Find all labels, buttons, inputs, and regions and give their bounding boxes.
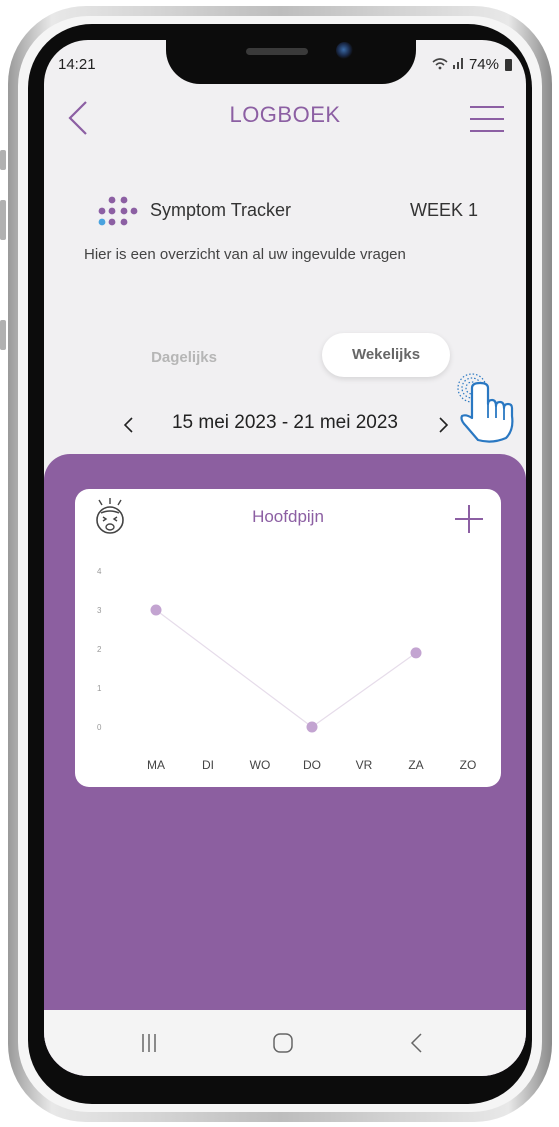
status-time: 14:21: [58, 56, 96, 73]
week-label: WEEK 1: [409, 200, 478, 220]
y-tick-label: 2: [97, 645, 102, 654]
home-button[interactable]: [268, 1028, 298, 1058]
system-nav-bar: [44, 1010, 526, 1076]
home-icon: [273, 1033, 293, 1053]
recent-apps-icon: [142, 1034, 156, 1052]
wifi-signal-icon: [431, 56, 465, 73]
camera-notch: [166, 40, 416, 84]
chevron-left-icon: [123, 417, 133, 433]
menu-button[interactable]: [468, 104, 506, 134]
system-back-button[interactable]: [402, 1028, 432, 1058]
tab-daily[interactable]: Dagelijks: [124, 340, 244, 376]
recent-apps-button[interactable]: [134, 1028, 164, 1058]
y-tick-label: 3: [97, 606, 102, 615]
battery-percentage: 74%: [468, 56, 499, 73]
tracker-name: Symptom Tracker: [150, 200, 292, 220]
x-tick-label: VR: [356, 758, 373, 772]
x-tick-label: ZO: [460, 758, 477, 772]
headache-chart-card: 0 1 2 3 4 MA DI WO DO VR ZA ZO Hoofdpijn: [75, 489, 501, 787]
y-tick-label: 0: [97, 723, 102, 732]
speaker-grille: [246, 48, 308, 55]
date-range: 15 mei 2023 - 21 mei 2023: [171, 412, 399, 433]
x-tick-label: MA: [147, 758, 165, 772]
y-tick-label: 1: [97, 684, 102, 693]
x-tick-label: WO: [250, 758, 271, 772]
plus-icon: [455, 505, 483, 533]
tap-hand-icon: [457, 373, 514, 443]
tracker-logo-icon: [98, 196, 138, 226]
hamburger-menu-icon: [470, 106, 504, 132]
side-button: [0, 150, 6, 170]
add-entry-button[interactable]: [453, 503, 485, 535]
back-arrow-icon: [410, 1033, 422, 1053]
side-button: [0, 320, 6, 350]
headache-line-chart: 0 1 2 3 4 MA DI WO DO VR ZA ZO: [97, 567, 477, 772]
x-tick-label: DI: [202, 758, 214, 772]
x-tick-label: ZA: [408, 758, 423, 772]
side-button: [0, 200, 6, 240]
page-title: LOGBOEK: [229, 102, 341, 127]
overview-description: Hier is een overzicht van al uw ingevuld…: [84, 246, 406, 263]
status-bar-right: 74%: [431, 56, 512, 73]
previous-week-button[interactable]: [118, 410, 140, 440]
battery-icon: [505, 58, 512, 71]
card-title: Hoofdpijn: [252, 507, 324, 526]
y-tick-label: 4: [97, 567, 102, 576]
x-tick-label: DO: [303, 758, 321, 772]
chevron-right-icon: [439, 417, 449, 433]
next-week-button[interactable]: [432, 410, 454, 440]
series-line: [155, 609, 417, 728]
tab-weekly[interactable]: Wekelijks: [322, 333, 450, 377]
tracker-header: Symptom Tracker WEEK 1: [98, 194, 478, 234]
app-screen: 14:21 74% LOGBOEK Symptom Tracker WEEK 1…: [44, 40, 526, 1076]
data-point[interactable]: [150, 604, 162, 616]
data-point[interactable]: [410, 647, 422, 659]
camera-lens: [336, 42, 353, 59]
data-point[interactable]: [306, 721, 318, 733]
